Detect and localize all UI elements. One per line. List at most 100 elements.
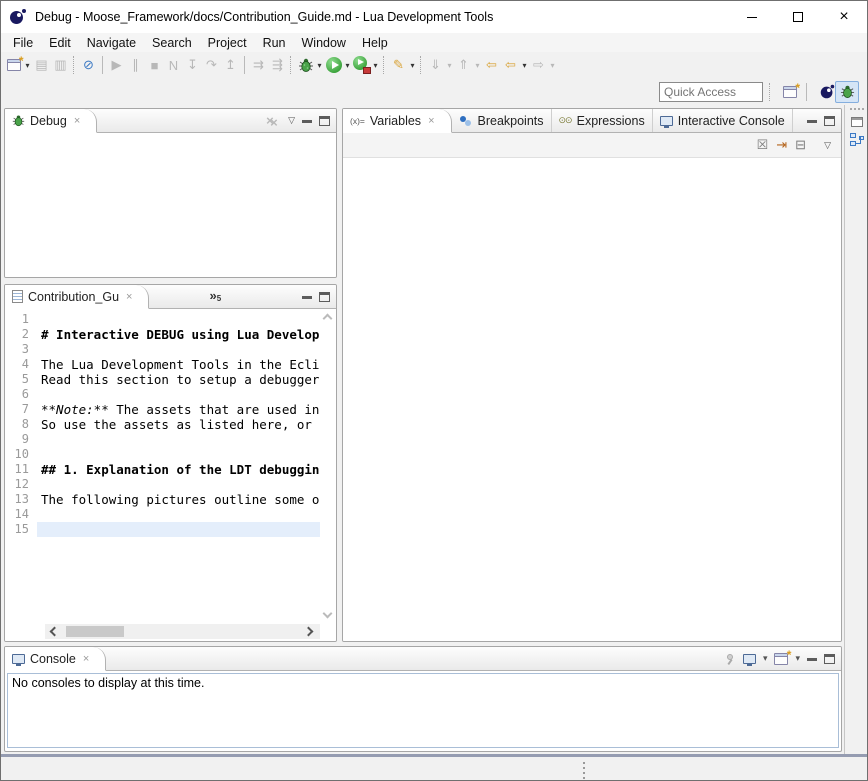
tab-interactive-console[interactable]: Interactive Console [653,109,793,132]
show-type-names-button[interactable]: ☒ [757,137,769,153]
menu-help[interactable]: Help [354,34,396,52]
horizontal-scroll-thumb[interactable] [66,626,124,637]
maximize-view-button[interactable] [824,654,835,664]
perspective-bar: * [1,78,867,105]
editor-line-current[interactable]: 15 [5,522,320,537]
minimize-window-button[interactable] [729,1,775,33]
editor-line[interactable]: 10 [5,447,320,462]
run-dropdown[interactable]: ▾ [343,55,352,75]
editor-line[interactable]: 13The following pictures outline some o [5,492,320,507]
menu-project[interactable]: Project [200,34,255,52]
scroll-right-icon[interactable] [304,627,314,637]
hidden-editors-chevron[interactable]: »5 [209,285,221,308]
variables-view-body[interactable] [343,158,841,641]
editor-line[interactable]: 12 [5,477,320,492]
new-wizard-dropdown[interactable]: ▾ [23,55,32,75]
editor-line[interactable]: 9 [5,432,320,447]
scroll-up-icon[interactable] [323,314,333,324]
menu-search[interactable]: Search [144,34,200,52]
debug-bug-icon [298,57,314,73]
tab-editor-contribution-guide[interactable]: Contribution_Gu × [5,285,149,309]
lua-perspective-button[interactable] [811,81,835,103]
maximize-view-button[interactable] [319,116,330,126]
minimize-view-button[interactable] [807,120,817,123]
menu-navigate[interactable]: Navigate [79,34,144,52]
debug-view-body[interactable] [5,133,336,277]
open-console-dropdown[interactable]: ▾ [795,653,800,664]
back-dropdown[interactable]: ▾ [520,55,529,75]
editor-vertical-scrollbar[interactable] [320,309,336,623]
rail-drag-grip[interactable] [850,108,864,111]
maximize-view-button[interactable] [824,116,835,126]
step-return-button: ↥ [221,55,240,75]
minimize-view-button[interactable] [302,296,312,299]
editor-line[interactable]: 7**Note:** The assets that are used in [5,402,320,417]
restore-view-button[interactable] [850,117,865,127]
editor-line[interactable]: 8So use the assets as listed here, or [5,417,320,432]
outline-view-button[interactable] [850,133,865,147]
display-console-dropdown[interactable]: ▾ [763,653,768,664]
mark-occurrences-dropdown[interactable]: ▾ [408,55,417,75]
app-lua-icon [10,9,26,25]
editor-line[interactable]: 6 [5,387,320,402]
maximize-view-button[interactable] [319,292,330,302]
tab-close-icon[interactable]: × [83,653,89,665]
editor-line[interactable]: 2# Interactive DEBUG using Lua Develop [5,327,320,342]
editor-line[interactable]: 1 [5,312,320,327]
editor-line[interactable]: 4The Lua Development Tools in the Ecli [5,357,320,372]
quick-access-input[interactable] [659,82,763,102]
display-selected-console-button[interactable] [743,654,756,664]
console-icon [12,654,25,664]
debug-dropdown[interactable]: ▾ [315,55,324,75]
tab-breakpoints[interactable]: Breakpoints [452,109,552,132]
scroll-down-icon[interactable] [323,609,333,619]
minimize-view-button[interactable] [807,658,817,661]
show-logical-structures-button[interactable]: ⇥ [776,137,787,153]
collapse-all-button[interactable]: ⊟ [795,137,806,153]
tab-close-icon[interactable]: × [126,291,132,303]
editor-line[interactable]: 11## 1. Explanation of the LDT debuggin [5,462,320,477]
editor-text-area[interactable]: 1 2# Interactive DEBUG using Lua Develop… [5,312,320,623]
editor-line[interactable]: 5Read this section to setup a debugger [5,372,320,387]
back-button[interactable]: ⇦ [501,55,520,75]
minimized-views-rail [844,105,868,754]
tab-variables[interactable]: (x)= Variables × [343,109,452,133]
tab-console[interactable]: Console × [5,647,106,671]
run-external-tools-button[interactable] [352,55,371,75]
title-bar[interactable]: Debug - Moose_Framework/docs/Contributio… [1,1,867,33]
run-button[interactable] [324,55,343,75]
open-console-button[interactable]: * [774,653,788,665]
code-text [37,447,320,462]
editor-line[interactable]: 14 [5,507,320,522]
new-wizard-button[interactable]: * [4,55,23,75]
maximize-window-button[interactable] [775,1,821,33]
open-perspective-button[interactable]: * [778,81,802,103]
editor-line[interactable]: 3 [5,342,320,357]
last-edit-location-button[interactable]: ⇦ [482,55,501,75]
tab-expressions[interactable]: ⊙⊙ Expressions [552,109,653,132]
tab-debug[interactable]: Debug × [5,109,97,133]
menu-run[interactable]: Run [255,34,294,52]
restore-view-icon [851,117,863,127]
skip-all-breakpoints-button[interactable]: ⊘ [79,55,98,75]
menu-window[interactable]: Window [294,34,354,52]
debug-button[interactable] [296,55,315,75]
view-menu-button[interactable]: ▽ [824,140,831,151]
tab-close-icon[interactable]: × [428,115,434,127]
tab-close-icon[interactable]: × [74,115,80,127]
scroll-left-icon[interactable] [50,627,60,637]
editor-horizontal-scrollbar[interactable] [45,624,320,639]
mark-occurrences-button[interactable]: ✎ [389,55,408,75]
hidden-editors-count: 5 [217,294,221,303]
close-window-button[interactable]: × [821,1,867,33]
debug-perspective-button[interactable] [835,81,859,103]
console-body[interactable]: No consoles to display at this time. [7,673,839,748]
minimize-view-button[interactable] [302,120,312,123]
external-tools-dropdown[interactable]: ▾ [371,55,380,75]
editor-body[interactable]: 1 2# Interactive DEBUG using Lua Develop… [5,309,336,641]
menu-edit[interactable]: Edit [41,34,79,52]
statusbar-grip-icon[interactable] [583,762,585,764]
menu-file[interactable]: File [5,34,41,52]
toolbar-separator [73,56,76,74]
view-menu-button[interactable]: ▽ [288,115,295,126]
